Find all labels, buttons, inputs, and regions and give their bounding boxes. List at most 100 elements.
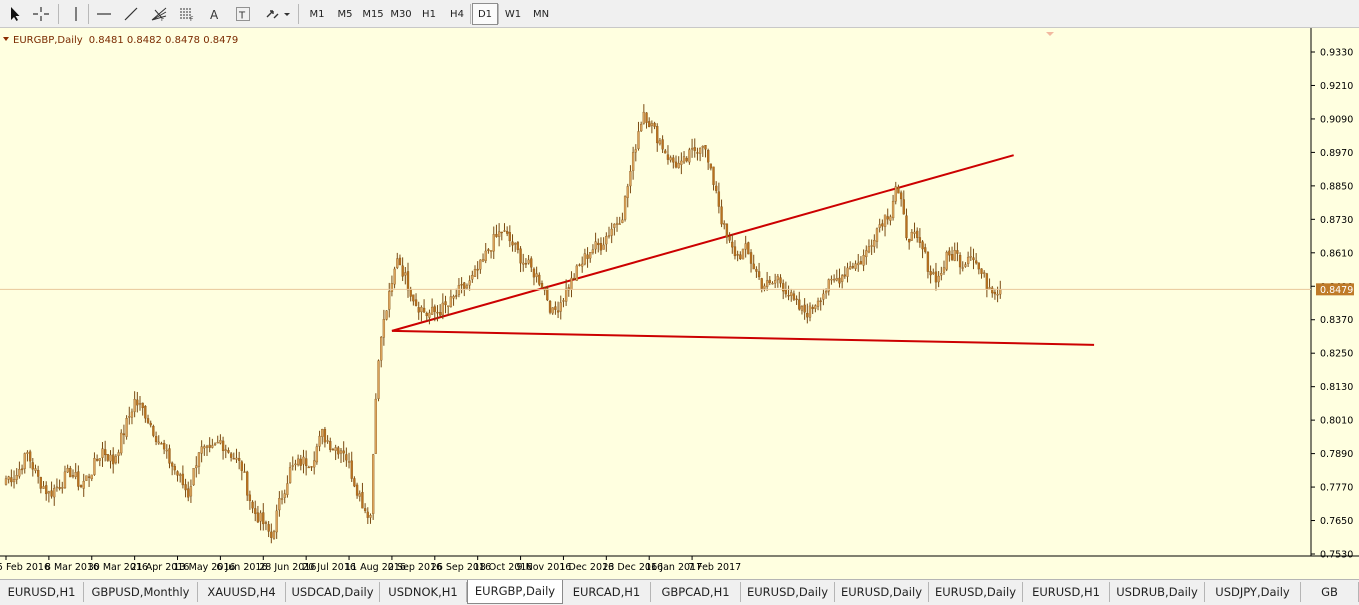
trendline[interactable] (391, 329, 1095, 346)
candle-body (597, 242, 600, 246)
candle-body (581, 263, 584, 267)
candle-body (843, 274, 846, 277)
chart-tab[interactable]: XAUUSD,H4 (198, 582, 286, 602)
chart-tab[interactable]: USDJPY,Daily (1205, 582, 1301, 602)
candle-body (69, 468, 72, 478)
candle (481, 253, 485, 263)
candle (93, 452, 96, 476)
candle (712, 166, 715, 191)
candle (441, 293, 444, 320)
candle-body (688, 149, 691, 163)
candle (162, 439, 166, 455)
candle (45, 481, 48, 501)
text-label-icon[interactable]: T (232, 3, 254, 25)
candle-body (144, 406, 147, 419)
candle (790, 288, 793, 302)
chart-tab[interactable]: USDCAD,Daily (286, 582, 380, 602)
timeframe-h4-button[interactable]: H4 (444, 3, 470, 25)
chart-window[interactable]: 0.9330 0.9210 0.9090 0.8970 0.8850 0.8730 0.86… (0, 28, 1359, 579)
candle (109, 450, 112, 469)
crosshair-icon[interactable] (30, 3, 52, 25)
candle (846, 262, 849, 283)
candle-body (66, 468, 69, 473)
chart-tab[interactable]: GBPUSD,Monthly (84, 582, 198, 602)
price-chart[interactable]: 0.9330 0.9210 0.9090 0.8970 0.8850 0.8730 0.86… (0, 28, 1359, 579)
chart-tab[interactable]: GBPCAD,H1 (651, 582, 741, 602)
candle (377, 359, 380, 402)
chart-tab[interactable]: USDRUB,Daily (1110, 582, 1205, 602)
candle-body (171, 462, 174, 467)
trendline-icon[interactable] (120, 3, 142, 25)
candle-body (966, 256, 970, 264)
candle (567, 284, 570, 297)
chart-tab[interactable]: EURUSD,H1 (0, 582, 84, 602)
timeframe-d1-button[interactable]: D1 (472, 3, 498, 25)
chart-tab[interactable]: EURUSD,Daily (741, 582, 835, 602)
candle-body (133, 399, 136, 412)
candle (369, 513, 372, 524)
chart-tab[interactable]: EURUSD,H1 (1023, 582, 1110, 602)
price-tick-label: 0.8610 (1320, 248, 1353, 259)
candle (757, 262, 761, 280)
candle-body (768, 279, 771, 284)
candle (323, 426, 327, 448)
candle (749, 249, 753, 273)
candle (358, 490, 361, 502)
chart-tab[interactable]: EURUSD,Daily (929, 582, 1023, 602)
fibonacci-fan-icon[interactable]: F (148, 3, 170, 25)
candle (104, 440, 107, 462)
trendline[interactable] (391, 154, 1014, 332)
candle (851, 262, 855, 270)
timeframe-mn-button[interactable]: MN (528, 3, 554, 25)
vertical-line-icon[interactable] (65, 3, 87, 25)
candle-body (77, 471, 80, 487)
timeframe-h1-button[interactable]: H1 (416, 3, 442, 25)
text-icon[interactable]: A (204, 3, 226, 25)
candle-body (559, 302, 562, 312)
candle (173, 463, 176, 475)
candle (181, 465, 185, 489)
candle-body (755, 269, 758, 272)
candle-body (669, 157, 672, 161)
chart-tab[interactable]: EURUSD,Daily (835, 582, 929, 602)
timeframe-m15-button[interactable]: M15 (360, 3, 386, 25)
candle-body (607, 235, 611, 237)
candle (795, 295, 798, 305)
candle-body (275, 510, 278, 533)
candle-body (940, 273, 943, 276)
candle (849, 261, 852, 270)
fibonacci-retracement-icon[interactable]: F (176, 3, 198, 25)
chart-tab[interactable]: EURGBP,Daily (467, 580, 563, 604)
svg-text:F: F (190, 16, 194, 22)
candle (160, 441, 163, 445)
timeframe-w1-button[interactable]: W1 (500, 3, 526, 25)
cursor-icon[interactable] (4, 3, 26, 25)
candle (294, 459, 297, 471)
candle-body (763, 285, 766, 289)
timeframe-m30-button[interactable]: M30 (388, 3, 414, 25)
chart-tab[interactable]: EURCAD,H1 (563, 582, 651, 602)
timeframe-m5-button[interactable]: M5 (332, 3, 358, 25)
candle-body (240, 461, 243, 471)
candle-body (707, 150, 710, 163)
candle (305, 450, 308, 476)
horizontal-line-icon[interactable] (93, 3, 115, 25)
candle-body (243, 471, 246, 473)
candle (189, 479, 193, 503)
timeframe-m1-button[interactable]: M1 (304, 3, 330, 25)
candle-body (980, 268, 983, 274)
candle (12, 470, 16, 489)
chart-menu-triangle-icon[interactable] (3, 37, 9, 41)
toolbar-separator (298, 4, 299, 24)
chart-tab[interactable]: USDNOK,H1 (380, 582, 467, 602)
candle-body (993, 291, 997, 295)
candle (508, 225, 511, 248)
candle-body (122, 433, 126, 436)
candle (666, 145, 670, 165)
candle (897, 184, 900, 194)
chart-tab[interactable]: GB (1301, 582, 1359, 602)
candle-body (690, 148, 694, 150)
candle-body (388, 291, 391, 310)
arrows-icon[interactable] (262, 3, 292, 25)
shift-marker-icon[interactable] (1046, 32, 1054, 36)
